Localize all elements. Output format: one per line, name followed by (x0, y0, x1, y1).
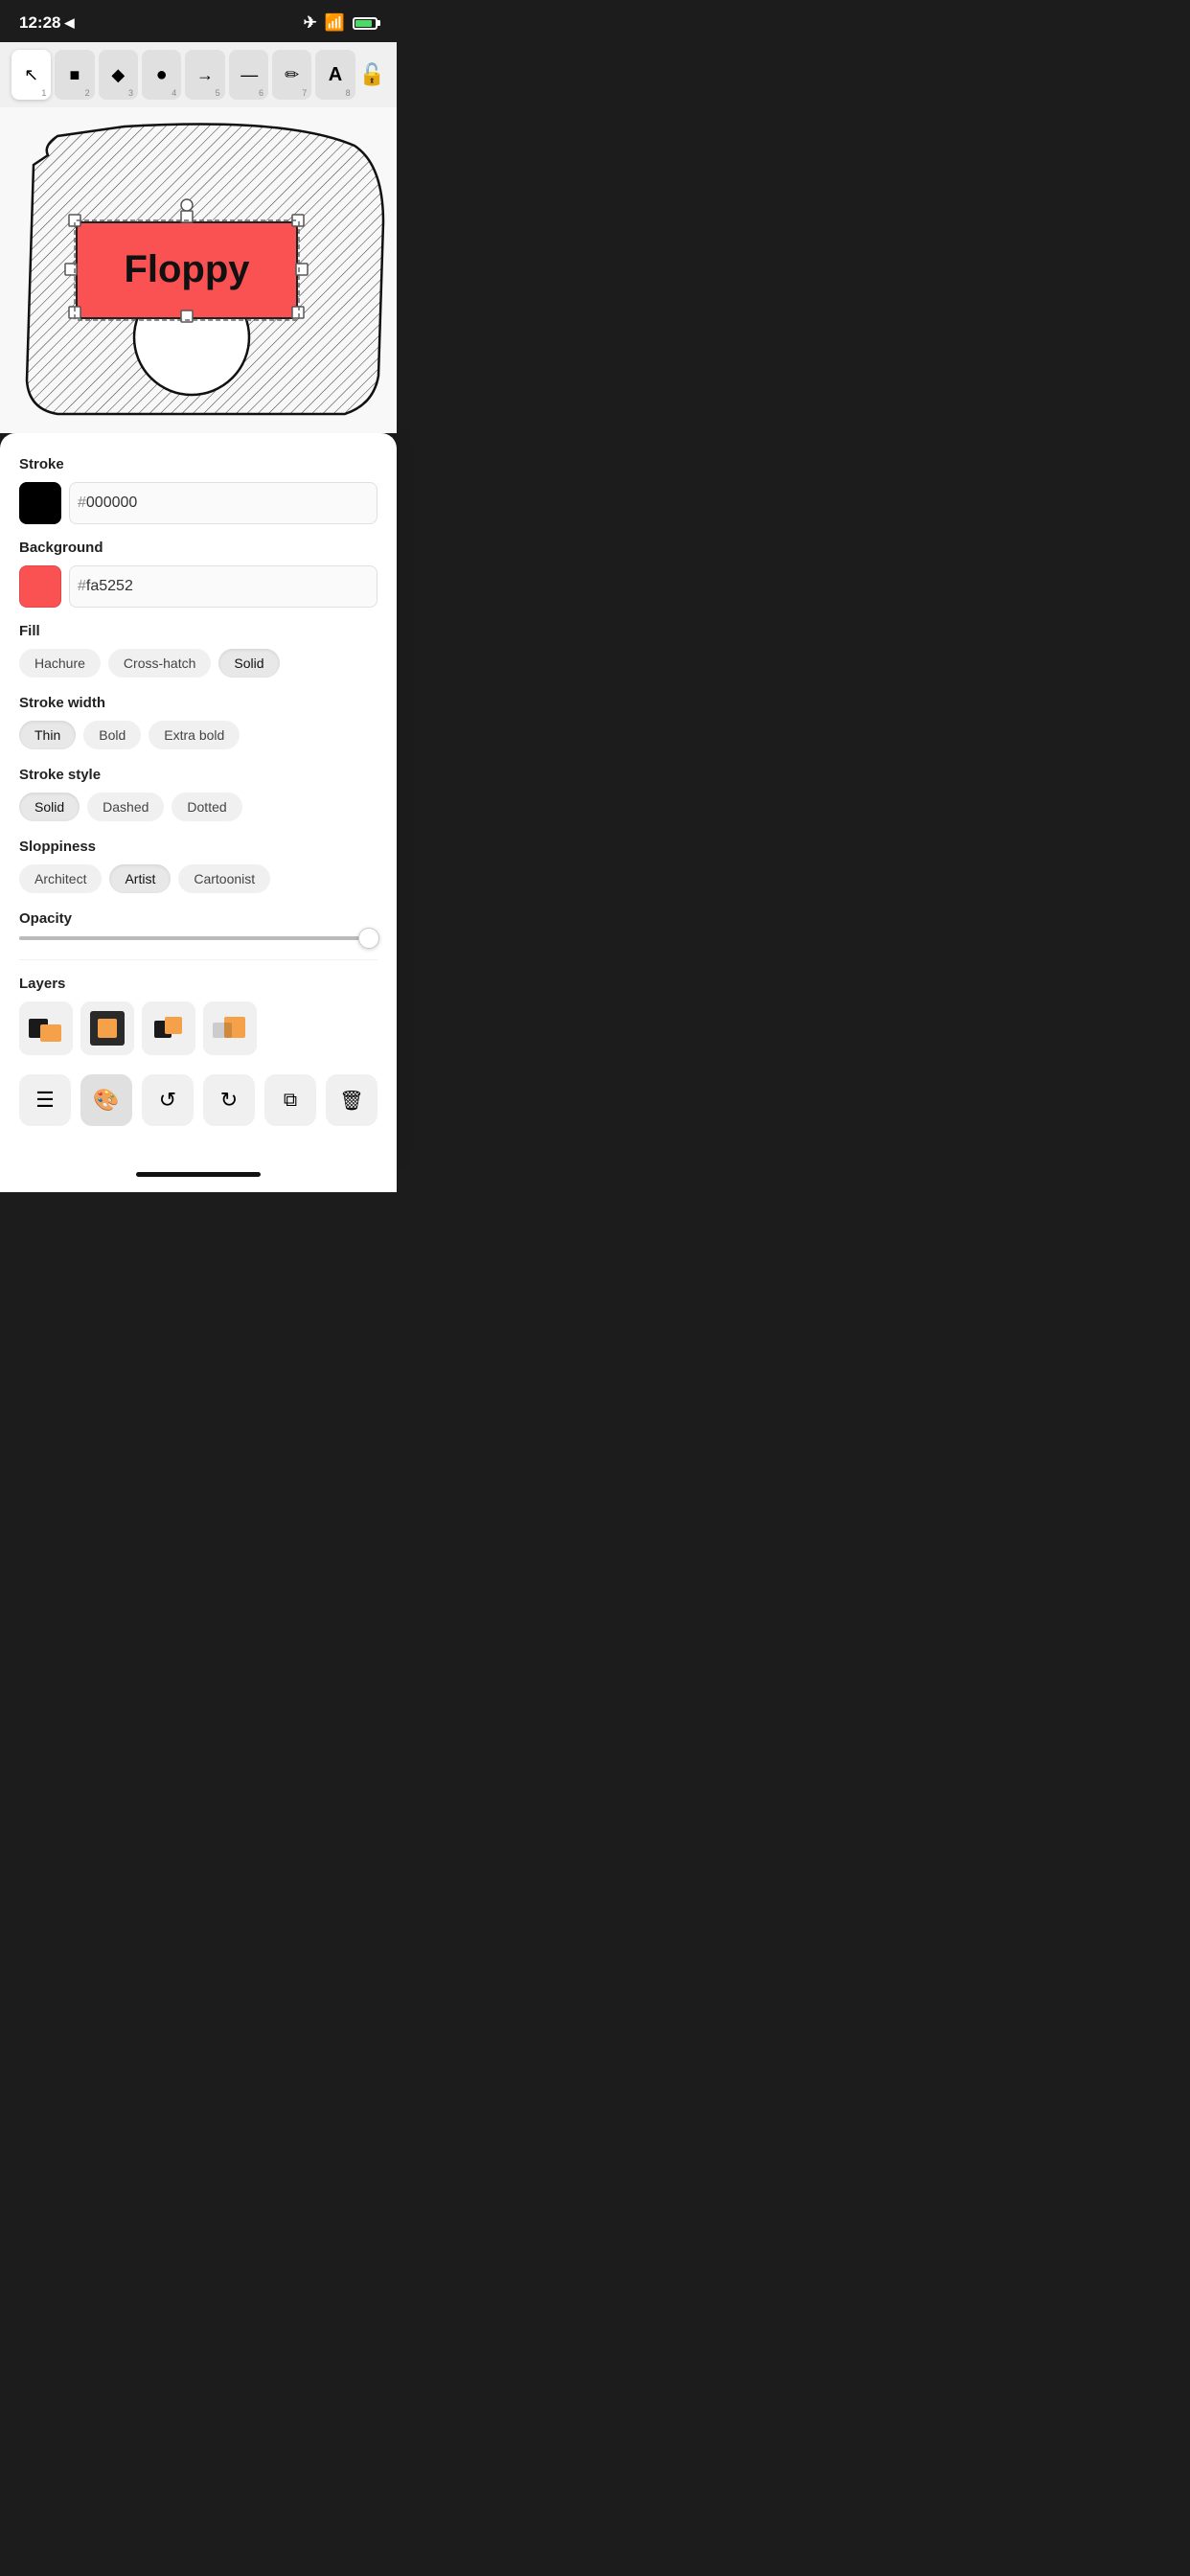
tool-num-3: 3 (128, 88, 133, 98)
tool-num-6: 6 (259, 88, 263, 98)
opacity-slider-fill (19, 936, 371, 940)
pencil-icon: ✏ (285, 65, 299, 85)
background-color-row: # (19, 565, 378, 608)
status-icons: ✈ 📶 (304, 13, 378, 33)
home-bar (136, 1172, 261, 1177)
lock-icon[interactable]: 🔓 (359, 62, 385, 87)
layers-grid (19, 1001, 378, 1055)
divider (19, 959, 378, 960)
tool-num-8: 8 (346, 88, 351, 98)
wifi-icon: 📶 (325, 13, 345, 33)
tool-ellipse[interactable]: ● 4 (142, 50, 181, 100)
fill-option-solid[interactable]: Solid (218, 649, 279, 678)
properties-panel: Stroke # Background # Fill Hachure Cross… (0, 433, 397, 1164)
bg-hash: # (78, 578, 86, 595)
style-icon: 🎨 (93, 1088, 119, 1113)
bg-color-input-wrapper: # (69, 565, 378, 608)
fill-options: Hachure Cross-hatch Solid (19, 649, 378, 678)
duplicate-icon: ⧉ (284, 1090, 297, 1112)
stroke-style-dashed[interactable]: Dashed (87, 793, 164, 821)
opacity-label: Opacity (19, 910, 378, 927)
tool-select[interactable]: ↖ 1 (11, 50, 51, 100)
stroke-width-label: Stroke width (19, 695, 378, 711)
tool-num-1: 1 (41, 88, 46, 98)
line-icon: — (240, 65, 256, 85)
bg-color-swatch[interactable] (19, 565, 61, 608)
time-display: 12:28 (19, 13, 60, 33)
stroke-width-thin[interactable]: Thin (19, 721, 76, 749)
opacity-slider-thumb[interactable] (358, 928, 379, 949)
fill-option-cross-hatch[interactable]: Cross-hatch (108, 649, 211, 678)
stroke-hex-input[interactable] (86, 494, 369, 512)
delete-button[interactable]: 🗑 (326, 1074, 378, 1126)
battery-indicator (353, 17, 378, 30)
sloppiness-artist[interactable]: Artist (109, 864, 171, 893)
layer-item-4[interactable] (203, 1001, 257, 1055)
airplane-icon: ✈ (304, 13, 317, 33)
layer-item-1[interactable] (19, 1001, 73, 1055)
undo-button[interactable]: ↺ (142, 1074, 194, 1126)
stroke-style-options: Solid Dashed Dotted (19, 793, 378, 821)
bottom-toolbar: ☰ 🎨 ↺ ↻ ⧉ 🗑 (19, 1074, 378, 1126)
status-bar: 12:28 ◀ ✈ 📶 (0, 0, 397, 42)
stroke-color-swatch[interactable] (19, 482, 61, 524)
opacity-section: Opacity (19, 910, 378, 940)
fill-label: Fill (19, 623, 378, 639)
trash-icon: 🗑 (339, 1089, 363, 1113)
layer-item-3[interactable] (142, 1001, 195, 1055)
canvas-area[interactable]: Floppy (0, 107, 397, 433)
canvas-svg: Floppy (0, 107, 397, 433)
arrow-icon: → (196, 65, 214, 85)
tool-num-4: 4 (172, 88, 176, 98)
tool-line[interactable]: — 6 (229, 50, 268, 100)
tool-pencil[interactable]: ✏ 7 (272, 50, 311, 100)
tool-diamond[interactable]: ◆ 3 (99, 50, 138, 100)
tool-num-2: 2 (85, 88, 90, 98)
layer-item-2[interactable] (80, 1001, 134, 1055)
redo-button[interactable]: ↻ (203, 1074, 255, 1126)
stroke-hash: # (78, 494, 86, 512)
tool-num-7: 7 (302, 88, 307, 98)
stroke-style-dotted[interactable]: Dotted (172, 793, 241, 821)
tool-num-5: 5 (216, 88, 220, 98)
opacity-slider-row (19, 936, 378, 940)
sloppiness-cartoonist[interactable]: Cartoonist (178, 864, 270, 893)
tool-rectangle[interactable]: ■ 2 (55, 50, 94, 100)
text-icon: A (329, 64, 342, 86)
undo-icon: ↺ (159, 1088, 176, 1113)
stroke-label: Stroke (19, 456, 378, 472)
stroke-color-row: # (19, 482, 378, 524)
sloppiness-architect[interactable]: Architect (19, 864, 102, 893)
style-button[interactable]: 🎨 (80, 1074, 132, 1126)
tool-text[interactable]: A 8 (315, 50, 355, 100)
svg-text:Floppy: Floppy (124, 248, 250, 290)
background-label: Background (19, 540, 378, 556)
location-icon: ◀ (64, 15, 74, 31)
stroke-style-label: Stroke style (19, 767, 378, 783)
ellipse-icon: ● (156, 64, 168, 86)
menu-button[interactable]: ☰ (19, 1074, 71, 1126)
diamond-icon: ◆ (111, 65, 125, 85)
toolbar: ↖ 1 ■ 2 ◆ 3 ● 4 → 5 — 6 ✏ 7 A 8 🔓 (0, 42, 397, 107)
fill-option-hachure[interactable]: Hachure (19, 649, 101, 678)
sloppiness-options: Architect Artist Cartoonist (19, 864, 378, 893)
tool-arrow[interactable]: → 5 (185, 50, 224, 100)
stroke-color-input-wrapper: # (69, 482, 378, 524)
stroke-width-bold[interactable]: Bold (83, 721, 141, 749)
home-indicator (0, 1164, 397, 1192)
hamburger-icon: ☰ (35, 1088, 55, 1113)
sloppiness-label: Sloppiness (19, 839, 378, 855)
bg-hex-input[interactable] (86, 578, 369, 595)
stroke-width-extra-bold[interactable]: Extra bold (149, 721, 240, 749)
stroke-width-options: Thin Bold Extra bold (19, 721, 378, 749)
duplicate-button[interactable]: ⧉ (264, 1074, 316, 1126)
rectangle-icon: ■ (70, 65, 80, 85)
opacity-slider-track[interactable] (19, 936, 378, 940)
redo-icon: ↻ (220, 1088, 238, 1113)
select-icon: ↖ (24, 65, 38, 85)
stroke-style-solid[interactable]: Solid (19, 793, 80, 821)
layers-label: Layers (19, 976, 378, 992)
